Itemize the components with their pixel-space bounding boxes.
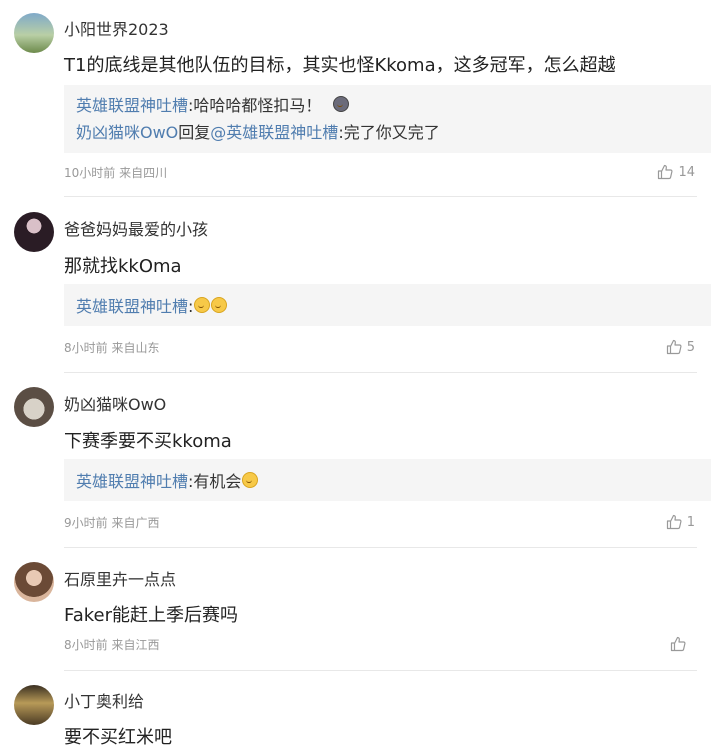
comment-location: 来自江西 [111,638,160,652]
like-button[interactable]: 5 [666,339,695,355]
comment-username[interactable]: 小丁奥利给 [64,688,144,712]
comment-username[interactable]: 石原里卉一点点 [64,566,176,590]
reply-author[interactable]: 英雄联盟神吐槽 [76,472,188,491]
comment-item: 爸爸妈妈最爱的小孩 那就找kkOma 英雄联盟神吐槽: 8小时前 来自山东 5 [0,197,711,373]
thumbs-up-icon [670,636,686,652]
reply-text: :有机会 [188,472,242,491]
comment-meta: 9小时前 来自广西 [64,514,159,531]
smiley-emoji-icon [242,472,259,488]
like-button[interactable]: 1 [666,514,695,530]
reply-author[interactable]: 奶凶猫咪OwO [76,123,178,142]
reply-author[interactable]: 英雄联盟神吐槽 [76,96,188,115]
reply-text: :完了你又完了 [338,123,440,142]
reply-author[interactable]: 英雄联盟神吐槽 [76,297,188,316]
reply-item: 英雄联盟神吐槽:有机会 [76,468,259,492]
reply-box: 英雄联盟神吐槽:有机会 [64,459,711,501]
avatar[interactable] [14,212,54,252]
comment-item: 小阳世界2023 T1的底线是其他队伍的目标，其实也怪Kkoma，这多冠军，怎么… [0,0,711,197]
comment-text: Faker能赶上季后赛吗 [64,605,238,626]
like-count: 5 [686,339,695,355]
avatar[interactable] [14,685,54,725]
comment-feed: 小阳世界2023 T1的底线是其他队伍的目标，其实也怪Kkoma，这多冠军，怎么… [0,0,711,752]
comment-text: 下赛季要不买kkoma [64,431,232,452]
thumbs-up-icon [658,164,673,180]
thumbs-up-icon [666,514,682,530]
reply-item: 英雄联盟神吐槽:哈哈哈都怪扣马！ [76,92,349,116]
reply-item: 奶凶猫咪OwO回复@英雄联盟神吐槽:完了你又完了 [76,119,440,143]
smiley-emoji-icon [211,297,228,313]
like-button[interactable] [670,636,691,652]
comment-item: 石原里卉一点点 Faker能赶上季后赛吗 8小时前 来自江西 [0,547,711,671]
comment-text: 那就找kkOma [64,256,182,277]
comment-meta: 8小时前 来自山东 [64,339,159,356]
comment-username[interactable]: 小阳世界2023 [64,16,169,40]
avatar[interactable] [14,387,54,427]
like-button[interactable]: 14 [657,164,695,180]
like-count: 1 [686,514,695,530]
avatar[interactable] [14,13,54,53]
comment-location: 来自山东 [111,341,160,355]
reply-item: 英雄联盟神吐槽: [76,293,228,317]
smiley-emoji-icon [194,297,211,313]
comment-time: 10小时前 [64,166,116,180]
comment-meta: 10小时前 来自四川 [64,164,167,181]
comment-time: 8小时前 [64,341,108,355]
comment-username[interactable]: 爸爸妈妈最爱的小孩 [64,216,208,240]
comment-item: 奶凶猫咪OwO 下赛季要不买kkoma 英雄联盟神吐槽:有机会 9小时前 来自广… [0,372,711,548]
comment-username[interactable]: 奶凶猫咪OwO [64,391,166,415]
comment-location: 来自广西 [111,516,160,530]
reply-mention[interactable]: @英雄联盟神吐槽 [210,123,338,142]
comment-text: 要不买红米吧 [64,727,172,748]
reply-box: 英雄联盟神吐槽: [64,284,711,326]
comment-time: 9小时前 [64,516,108,530]
comment-text: T1的底线是其他队伍的目标，其实也怪Kkoma，这多冠军，怎么超越 [64,55,616,76]
comment-location: 来自四川 [119,166,168,180]
like-count: 14 [678,164,695,180]
avatar[interactable] [14,562,54,602]
reply-text: :哈哈哈都怪扣马！ [188,96,322,115]
reply-word: 回复 [178,123,211,142]
comment-meta: 8小时前 来自江西 [64,636,159,653]
reply-text: : [188,297,194,316]
comment-time: 8小时前 [64,638,108,652]
thumbs-up-icon [666,339,682,355]
reply-box: 英雄联盟神吐槽:哈哈哈都怪扣马！ 奶凶猫咪OwO回复@英雄联盟神吐槽:完了你又完… [64,85,711,153]
smiley-emoji-icon [332,96,349,112]
comment-item: 小丁奥利给 要不买红米吧 [0,671,711,752]
